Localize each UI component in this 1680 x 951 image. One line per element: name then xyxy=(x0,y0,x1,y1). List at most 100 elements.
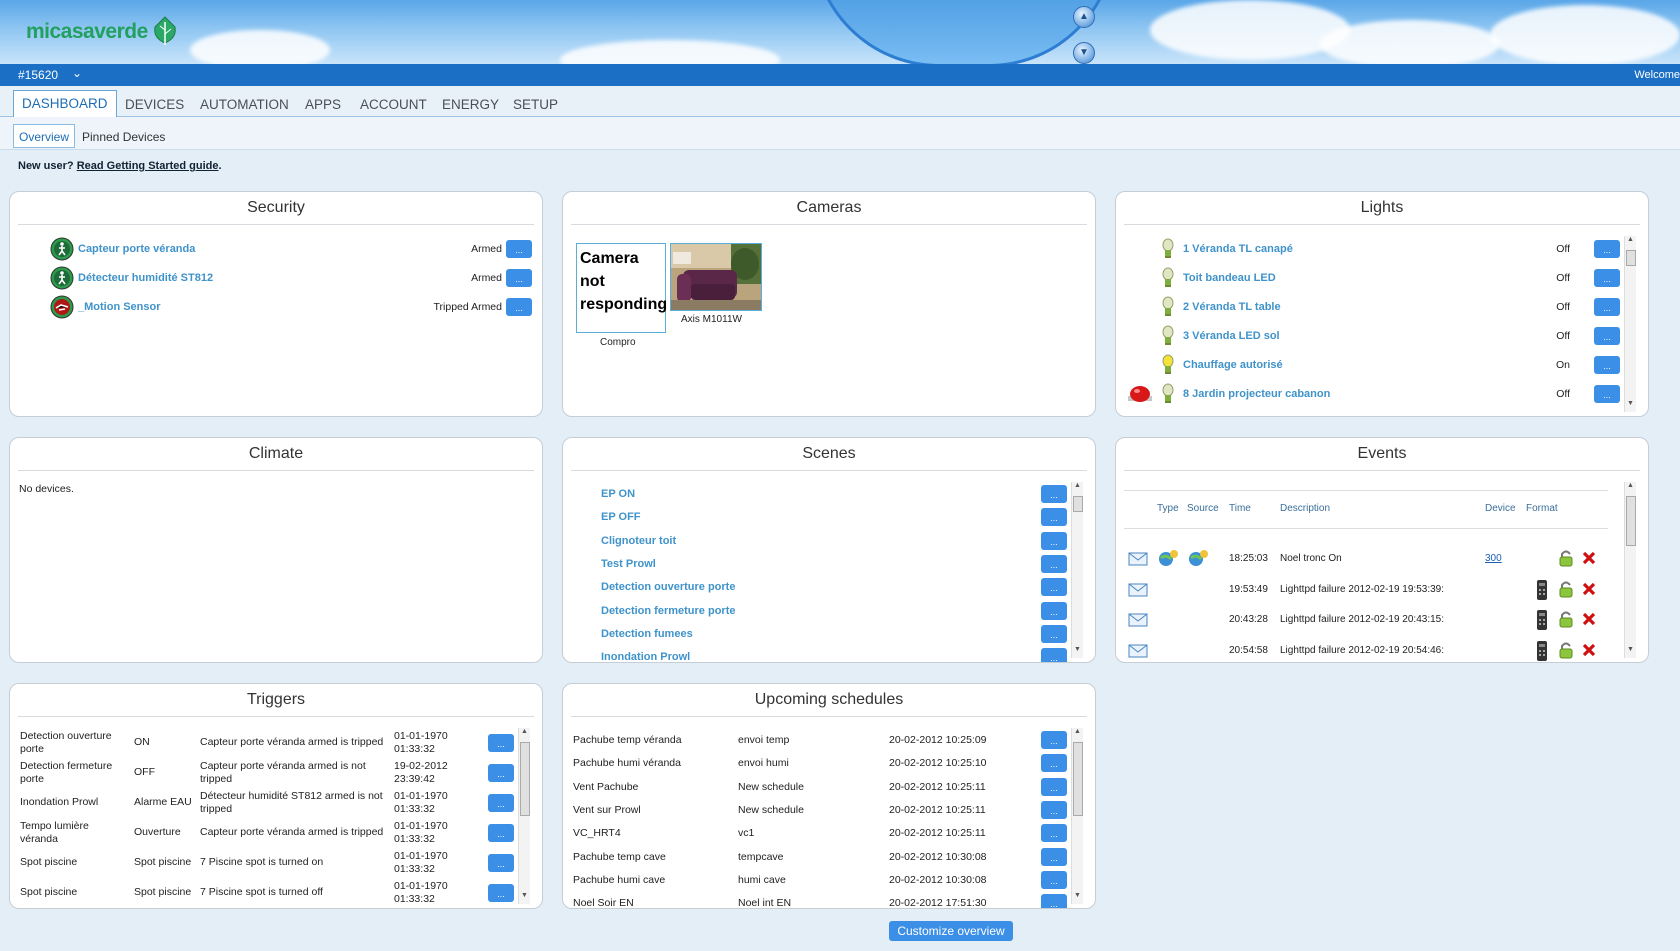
tab-dashboard[interactable]: DASHBOARD xyxy=(13,90,117,117)
account-bar: #15620 ⌄ Welcome xyxy=(0,64,1680,86)
light-device-button[interactable]: ... xyxy=(1594,327,1620,345)
security-device-name[interactable]: _Motion Sensor xyxy=(78,301,161,313)
light-device-name[interactable]: Toit bandeau LED xyxy=(1183,272,1276,284)
light-device-name[interactable]: 3 Véranda LED sol xyxy=(1183,330,1280,342)
light-device-name[interactable]: Chauffage autorisé xyxy=(1183,359,1283,371)
trigger-button[interactable]: ... xyxy=(488,734,514,752)
camera-compro-thumbnail[interactable]: Camera not responding xyxy=(576,243,667,333)
trigger-button[interactable]: ... xyxy=(488,824,514,842)
logo[interactable]: micasaverde xyxy=(26,16,178,46)
light-bulb-icon xyxy=(1160,296,1176,321)
trigger-button[interactable]: ... xyxy=(488,764,514,782)
trigger-button[interactable]: ... xyxy=(488,884,514,902)
scene-name[interactable]: Detection fumees xyxy=(601,628,693,640)
security-device-button[interactable]: ... xyxy=(506,240,532,258)
light-bulb-icon xyxy=(1160,267,1176,292)
scroll-up-icon[interactable]: ▲ xyxy=(1073,6,1095,28)
scene-name[interactable]: Inondation Prowl xyxy=(601,651,690,662)
security-device-name[interactable]: Détecteur humidité ST812 xyxy=(78,272,213,284)
light-device-name[interactable]: 1 Véranda TL canapé xyxy=(1183,243,1293,255)
scene-run-button[interactable]: ... xyxy=(1041,601,1067,620)
scenes-scrollbar[interactable]: ▲ ▼ xyxy=(1071,482,1083,658)
security-status: Tripped Armed xyxy=(433,301,502,313)
scene-run-button[interactable]: ... xyxy=(1041,624,1067,643)
event-row: 20:43:28 Lighttpd failure 2012-02-19 20:4… xyxy=(1116,609,1621,635)
schedules-scrollbar[interactable]: ▲ ▼ xyxy=(1071,728,1083,904)
scene-name[interactable]: Clignoteur toit xyxy=(601,535,676,547)
trigger-row: Inondation Prowl Alarme EAU Détecteur humi… xyxy=(10,788,515,818)
events-scrollbar[interactable]: ▲ ▼ xyxy=(1624,482,1636,658)
scroll-down-icon[interactable]: ▼ xyxy=(1073,42,1095,64)
schedule-button[interactable]: ... xyxy=(1041,847,1067,866)
security-device-name[interactable]: Capteur porte véranda xyxy=(78,243,195,255)
scene-run-button[interactable]: ... xyxy=(1041,578,1067,597)
scene-run-button[interactable]: ... xyxy=(1041,531,1067,550)
tab-pinned-devices[interactable]: Pinned Devices xyxy=(82,130,165,144)
delete-icon[interactable] xyxy=(1582,582,1596,599)
light-row: 3 Véranda LED sol Off... xyxy=(1116,323,1621,349)
scene-name[interactable]: Detection fermeture porte xyxy=(601,605,735,617)
light-device-button[interactable]: ... xyxy=(1594,356,1620,374)
security-device-button[interactable]: ... xyxy=(506,298,532,316)
light-device-button[interactable]: ... xyxy=(1594,240,1620,258)
schedule-datetime: 20-02-2012 10:30:08 xyxy=(889,850,987,863)
trigger-row: Detection ouverture porte ON Capteur porte… xyxy=(10,728,515,758)
light-device-button[interactable]: ... xyxy=(1594,298,1620,316)
event-device-link[interactable]: 300 xyxy=(1485,553,1502,564)
scene-run-button[interactable]: ... xyxy=(1041,554,1067,573)
schedule-name: vc1 xyxy=(738,827,755,840)
schedule-button[interactable]: ... xyxy=(1041,870,1067,889)
scene-name[interactable]: EP OFF xyxy=(601,511,641,523)
schedule-scene: Vent Pachube xyxy=(573,780,639,793)
light-device-name[interactable]: 8 Jardin projecteur cabanon xyxy=(1183,388,1330,400)
lights-scrollbar[interactable]: ▲ ▼ xyxy=(1624,236,1636,412)
scene-row: EP OFF... xyxy=(563,506,1068,528)
tab-overview[interactable]: Overview xyxy=(13,124,76,148)
trigger-button[interactable]: ... xyxy=(488,854,514,872)
light-device-name[interactable]: 2 Véranda TL table xyxy=(1183,301,1281,313)
tab-apps[interactable]: APPS xyxy=(305,97,341,112)
scene-name[interactable]: EP ON xyxy=(601,488,635,500)
schedule-name: tempcave xyxy=(738,850,784,863)
sub-nav: Overview Pinned Devices xyxy=(0,117,1680,150)
schedule-button[interactable]: ... xyxy=(1041,894,1067,908)
delete-icon[interactable] xyxy=(1582,612,1596,629)
event-row: 18:25:03 Noel tronc On 300 xyxy=(1116,548,1621,574)
schedule-button[interactable]: ... xyxy=(1041,754,1067,773)
tab-devices[interactable]: DEVICES xyxy=(125,97,184,112)
light-device-button[interactable]: ... xyxy=(1594,269,1620,287)
schedule-button[interactable]: ... xyxy=(1041,777,1067,796)
tab-energy[interactable]: ENERGY xyxy=(442,97,499,112)
delete-icon[interactable] xyxy=(1582,643,1596,660)
scene-name[interactable]: Test Prowl xyxy=(601,558,656,570)
schedule-button[interactable]: ... xyxy=(1041,800,1067,819)
tab-automation[interactable]: AUTOMATION xyxy=(200,97,289,112)
security-row: _Motion Sensor Tripped Armed... xyxy=(10,294,542,320)
customize-overview-button[interactable]: Customize overview xyxy=(889,921,1013,941)
account-selector[interactable]: #15620 xyxy=(18,68,58,82)
light-status: Off xyxy=(1556,301,1570,313)
security-device-button[interactable]: ... xyxy=(506,269,532,287)
scene-run-button[interactable]: ... xyxy=(1041,485,1067,503)
triggers-scrollbar[interactable]: ▲ ▼ xyxy=(518,728,530,904)
remote-icon xyxy=(1536,609,1548,634)
schedule-button[interactable]: ... xyxy=(1041,824,1067,843)
tab-setup[interactable]: SETUP xyxy=(513,97,558,112)
mail-icon xyxy=(1128,552,1148,569)
event-time: 19:53:49 xyxy=(1229,583,1268,595)
trigger-description: Capteur porte véranda armed is not tripp… xyxy=(200,760,366,785)
scene-row: Inondation Prowl... xyxy=(563,646,1068,662)
delete-icon[interactable] xyxy=(1582,551,1596,568)
tab-account[interactable]: ACCOUNT xyxy=(360,97,427,112)
scene-run-button[interactable]: ... xyxy=(1041,648,1067,662)
schedule-button[interactable]: ... xyxy=(1041,731,1067,749)
chevron-down-icon[interactable]: ⌄ xyxy=(72,66,82,80)
trigger-scene: ON xyxy=(134,736,150,748)
light-device-button[interactable]: ... xyxy=(1594,385,1620,403)
scene-run-button[interactable]: ... xyxy=(1041,508,1067,527)
scene-name[interactable]: Detection ouverture porte xyxy=(601,581,735,593)
getting-started-link[interactable]: Read Getting Started guide xyxy=(77,160,219,172)
schedule-datetime: 20-02-2012 10:25:11 xyxy=(889,780,986,793)
camera-axis-thumbnail[interactable] xyxy=(670,243,762,311)
trigger-button[interactable]: ... xyxy=(488,794,514,812)
